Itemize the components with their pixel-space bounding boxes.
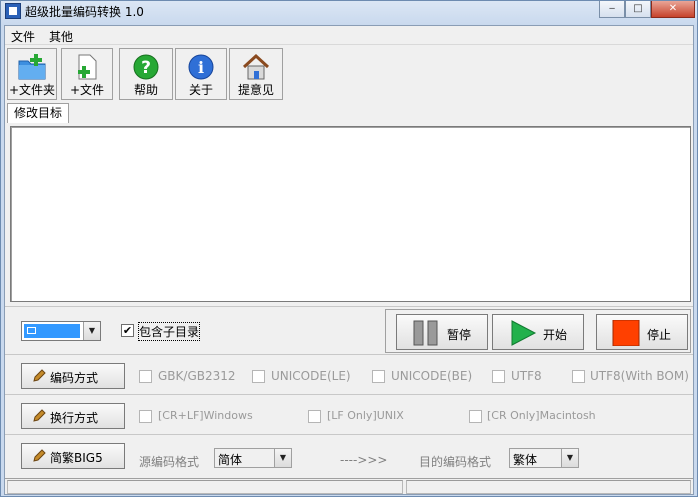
home-icon [242, 53, 270, 80]
pencil-icon [33, 409, 46, 422]
minimize-button[interactable]: ‒ [599, 1, 625, 18]
status-bar [5, 478, 693, 494]
utf8-bom-label: UTF8(With BOM) [590, 369, 689, 383]
add-folder-label: +文件夹 [8, 83, 56, 97]
encoding-button-label: 编码方式 [50, 371, 99, 385]
start-button[interactable]: 开始 [492, 314, 584, 350]
cr-checkbox[interactable] [469, 410, 482, 423]
client-area: 文件 其他 +文件夹 +文件 ? 帮助 i 关于 提意见 修改目标 ▼ ✔ 包含… [4, 25, 694, 495]
include-subdirs-label[interactable]: 包含子目录 [137, 322, 201, 341]
tab-modify-target[interactable]: 修改目标 [7, 103, 69, 123]
status-cell-left [7, 480, 403, 494]
menu-bar: 文件 其他 [5, 26, 693, 45]
pause-label: 暂停 [447, 328, 472, 342]
stop-button[interactable]: 停止 [596, 314, 688, 350]
help-icon: ? [133, 54, 159, 80]
file-list[interactable] [10, 126, 691, 302]
stop-label: 停止 [647, 328, 672, 342]
chevron-down-icon[interactable]: ▼ [561, 449, 578, 467]
app-icon [5, 3, 21, 19]
utf8-label: UTF8 [511, 369, 542, 383]
start-label: 开始 [543, 328, 568, 342]
unicode-be-label: UNICODE(BE) [391, 369, 473, 383]
unicode-be-checkbox[interactable] [372, 370, 385, 383]
encoding-button[interactable]: 编码方式 [21, 363, 125, 389]
add-folder-button[interactable]: +文件夹 [7, 48, 57, 100]
dir-combo[interactable]: ▼ [21, 321, 101, 341]
run-controls-panel: 暂停 开始 停止 [385, 309, 691, 353]
maximize-button[interactable]: □ [625, 1, 651, 18]
close-button[interactable]: ✕ [651, 1, 695, 18]
target-format-label: 目的编码格式 [419, 455, 492, 469]
status-cell-right [406, 480, 691, 494]
source-format-label: 源编码格式 [139, 455, 200, 469]
dir-combo-selection [24, 324, 80, 338]
chevron-down-icon[interactable]: ▼ [274, 449, 291, 467]
info-icon: i [188, 54, 214, 80]
app-window: 超级批量编码转换 1.0 ‒ □ ✕ 文件 其他 +文件夹 +文件 ? 帮助 i… [0, 0, 698, 497]
newline-section: 换行方式 [CR+LF]Windows [LF Only]UNIX [CR On… [5, 394, 693, 434]
svg-text:?: ? [141, 58, 151, 78]
help-label: 帮助 [133, 83, 158, 97]
control-row: ▼ ✔ 包含子目录 暂停 开始 停止 [5, 306, 693, 354]
lf-label: [LF Only]UNIX [327, 409, 404, 422]
feedback-label: 提意见 [237, 83, 274, 97]
about-button[interactable]: i 关于 [175, 48, 227, 100]
pause-icon [413, 320, 438, 346]
play-icon [511, 320, 537, 346]
crlf-checkbox[interactable] [139, 410, 152, 423]
menu-file[interactable]: 文件 [11, 28, 35, 45]
newline-button[interactable]: 换行方式 [21, 403, 125, 429]
toolbar: +文件夹 +文件 ? 帮助 i 关于 提意见 [5, 46, 693, 102]
crlf-label: [CR+LF]Windows [158, 409, 253, 422]
include-subdirs-checkbox[interactable]: ✔ [121, 324, 134, 337]
pause-button[interactable]: 暂停 [396, 314, 488, 350]
about-label: 关于 [188, 83, 213, 97]
feedback-button[interactable]: 提意见 [229, 48, 283, 100]
add-file-label: +文件 [69, 83, 105, 97]
window-controls: ‒ □ ✕ [599, 1, 695, 18]
encoding-section: 编码方式 GBK/GB2312 UNICODE(LE) UNICODE(BE) … [5, 354, 693, 394]
big5-button[interactable]: 简繁BIG5 [21, 443, 125, 469]
lf-checkbox[interactable] [308, 410, 321, 423]
title-bar: 超级批量编码转换 1.0 ‒ □ ✕ [1, 1, 697, 21]
target-format-select[interactable]: 繁体 ▼ [509, 448, 579, 468]
add-file-button[interactable]: +文件 [61, 48, 113, 100]
pencil-icon [33, 449, 46, 462]
add-folder-icon [18, 54, 46, 80]
unicode-le-checkbox[interactable] [252, 370, 265, 383]
gbk-label: GBK/GB2312 [158, 369, 236, 383]
source-format-value: 简体 [218, 453, 243, 467]
utf8-checkbox[interactable] [492, 370, 505, 383]
menu-other[interactable]: 其他 [49, 28, 73, 45]
newline-button-label: 换行方式 [50, 411, 99, 425]
gbk-checkbox[interactable] [139, 370, 152, 383]
big5-button-label: 简繁BIG5 [50, 451, 103, 465]
help-button[interactable]: ? 帮助 [119, 48, 173, 100]
svg-text:i: i [198, 58, 204, 77]
window-title: 超级批量编码转换 1.0 [25, 5, 144, 19]
pencil-icon [33, 369, 46, 382]
add-file-icon [78, 54, 97, 80]
convert-arrow: ---->>> [340, 453, 388, 467]
chevron-down-icon[interactable]: ▼ [83, 322, 100, 340]
big5-section: 简繁BIG5 源编码格式 简体 ▼ ---->>> 目的编码格式 繁体 ▼ [5, 434, 693, 474]
target-format-value: 繁体 [513, 453, 538, 467]
stop-icon [612, 320, 640, 346]
utf8-bom-checkbox[interactable] [572, 370, 585, 383]
cr-label: [CR Only]Macintosh [487, 409, 596, 422]
unicode-le-label: UNICODE(LE) [271, 369, 351, 383]
source-format-select[interactable]: 简体 ▼ [214, 448, 292, 468]
